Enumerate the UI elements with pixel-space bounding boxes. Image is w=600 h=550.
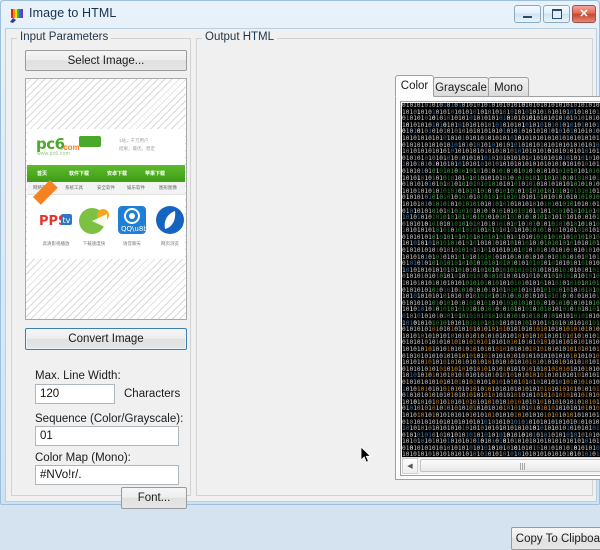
window-title: Image to HTML [29, 6, 116, 20]
font-button[interactable]: Font... [121, 487, 187, 509]
thumb-nav-item-2: 安卓下载 [107, 170, 127, 177]
output-html-group: Output HTML Color Grayscale Mono 0101010… [196, 30, 593, 498]
minimize-icon [515, 6, 540, 22]
characters-label: Characters [124, 388, 180, 400]
image-preview-area[interactable]: pc6 .com www.pc6.com 1站，千万用户 结果，最优，稳定 首页… [25, 78, 187, 320]
thumb-nav-item-1: 软件下载 [69, 170, 89, 177]
svg-text:tv: tv [63, 216, 71, 225]
input-parameters-group: Input Parameters Select Image... pc6 .co… [11, 30, 191, 498]
thumb-subnav-item-3: 娱乐软件 [127, 185, 145, 191]
copy-to-clipboard-button[interactable]: Copy To Clipboard [511, 527, 600, 550]
horizontal-scroll-thumb[interactable] [420, 459, 600, 472]
max-line-width-input[interactable] [35, 384, 115, 404]
tab-color[interactable]: Color [395, 75, 434, 97]
thumb-app-label-1: 下载速度快 [76, 241, 112, 247]
image-preview-thumbnail: pc6 .com www.pc6.com 1站，千万用户 结果，最优，稳定 首页… [27, 129, 185, 259]
svg-text:QQ\u8bed\u97f36: QQ\u8bed\u97f36 [121, 225, 149, 233]
thumb-subnav-item-4: 图形图像 [159, 185, 177, 191]
thumb-app-icon-1 [77, 203, 111, 237]
thumb-app-icon-0: PPS tv [39, 203, 73, 237]
sequence-input[interactable] [35, 426, 179, 446]
sequence-label: Sequence (Color/Grayscale): [35, 413, 183, 425]
horizontal-scrollbar[interactable]: ◀ ▶ [402, 457, 600, 474]
thumb-header: pc6 .com www.pc6.com 1站，千万用户 结果，最优，稳定 [27, 129, 185, 162]
tab-grayscale[interactable]: Grayscale [433, 77, 489, 97]
thumb-subnav-item-2: 安全软件 [97, 185, 115, 191]
scroll-left-icon[interactable]: ◀ [402, 458, 418, 474]
thumb-nav-item-0: 首页 [37, 170, 47, 177]
thumb-header-note-1: 1站，千万用户 [119, 138, 149, 144]
thumb-app-label-3: 网页浏览 [152, 241, 185, 247]
ascii-art-canvas: 0101010101010101010101010101010101010101… [402, 103, 600, 460]
app-icon [9, 7, 25, 23]
thumb-app-label-2: 语音聊天 [114, 241, 150, 247]
color-map-input[interactable] [35, 465, 179, 485]
thumb-app-icon-2: QQ\u8bed\u97f36 [115, 203, 149, 237]
minimize-button[interactable] [514, 5, 541, 23]
output-tabstrip: Color Grayscale Mono [395, 75, 600, 97]
close-icon: ✕ [573, 6, 595, 22]
maximize-icon [544, 6, 569, 22]
thumb-body: PPS tv 高清影视播放 [27, 195, 185, 259]
thumb-subnav-item-1: 系统工具 [65, 185, 83, 191]
thumb-app-label-0: 高清影视播放 [38, 241, 74, 247]
color-map-label: Color Map (Mono): [35, 452, 131, 464]
close-button[interactable]: ✕ [572, 5, 596, 23]
tab-mono[interactable]: Mono [488, 77, 529, 97]
thumb-header-note-2: 结果，最优，稳定 [119, 146, 155, 152]
output-html-title: Output HTML [202, 30, 277, 44]
input-parameters-title: Input Parameters [17, 30, 111, 44]
thumb-navbar: 首页 软件下载 安卓下载 苹果下载 [27, 165, 185, 182]
ascii-art-text: 0101010101010101010101010101010101010101… [402, 103, 600, 459]
thumb-site-logo-badge [79, 136, 101, 147]
scroll-grip-icon [519, 463, 527, 470]
output-tab-panel: 0101010101010101010101010101010101010101… [395, 96, 600, 480]
thumb-app-icon-3 [153, 203, 185, 237]
select-image-button[interactable]: Select Image... [25, 50, 187, 71]
thumb-site-logo-sub: www.pc6.com [37, 151, 70, 157]
convert-image-button[interactable]: Convert Image [25, 328, 187, 350]
thumb-nav-item-3: 苹果下载 [145, 170, 165, 177]
maximize-button[interactable] [543, 5, 570, 23]
title-bar: Image to HTML ✕ [1, 1, 600, 28]
application-window: Image to HTML ✕ Input Parameters Select … [0, 0, 600, 505]
client-area: Input Parameters Select Image... pc6 .co… [5, 28, 597, 502]
html-output-viewer[interactable]: 0101010101010101010101010101010101010101… [400, 101, 600, 476]
max-line-width-label: Max. Line Width: [35, 370, 121, 382]
